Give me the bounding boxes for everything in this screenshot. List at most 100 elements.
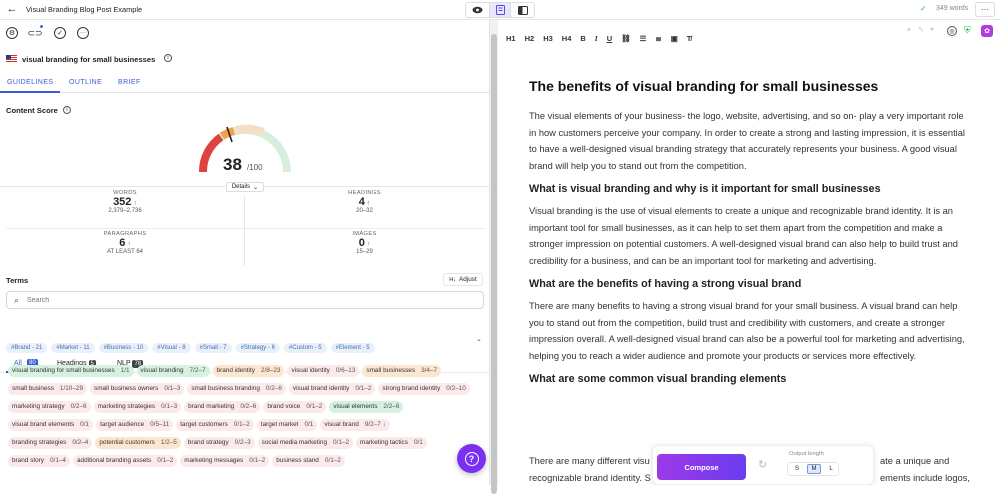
term-pill[interactable]: marketing messages 0/1–2 <box>180 455 270 467</box>
scrollbar-thumb[interactable] <box>491 34 497 494</box>
topic-chip[interactable]: #Business - 10 <box>98 343 149 353</box>
preview-eye-icon[interactable] <box>466 3 489 17</box>
term-pill[interactable]: small businesses 3/4–7 <box>362 365 442 377</box>
terms-search-input[interactable]: ⌕ <box>6 291 484 309</box>
topic-chip[interactable]: #Small - 7 <box>194 343 232 353</box>
word-count: 349 words <box>936 5 969 12</box>
term-pill[interactable]: brand story 0/1–4 <box>8 455 70 467</box>
term-pill[interactable]: visual brand 9/2–7 ↓ <box>320 419 390 431</box>
topic-chip[interactable]: #Market - 11 <box>51 343 95 353</box>
back-arrow-icon[interactable]: ← <box>6 3 18 15</box>
compose-button[interactable]: Compose <box>657 454 746 480</box>
topic-chip[interactable]: #Custom - 5 <box>283 343 327 353</box>
document-body[interactable]: The benefits of visual branding for smal… <box>529 78 967 393</box>
search-field[interactable] <box>27 295 467 306</box>
term-pill[interactable]: marketing strategies 0/1–3 <box>93 401 182 413</box>
clear-format-icon[interactable]: T̸ <box>687 34 692 43</box>
paragraph[interactable]: The visual elements of your business- th… <box>529 108 967 174</box>
term-pill[interactable]: visual branding for small businesses 1/1 <box>8 365 134 377</box>
heading2-button[interactable]: H2 <box>525 34 535 43</box>
term-pill[interactable]: brand strategy 0/2–3 <box>183 437 255 449</box>
magic-wand-icon[interactable]: ✦ <box>906 26 912 34</box>
split-view-icon[interactable] <box>511 3 534 17</box>
paragraph-fragment[interactable]: There are many different visu <box>529 456 650 466</box>
term-pill[interactable]: marketing tactics 0/1 <box>356 437 427 449</box>
tab-guidelines[interactable]: GUIDELINES <box>7 79 53 86</box>
section-heading[interactable]: What are some common visual branding ele… <box>529 373 967 385</box>
dot-icon[interactable]: ● <box>930 26 934 33</box>
term-pill[interactable]: branding strategies 0/2–4 <box>8 437 93 449</box>
panel-scrollbar[interactable] <box>489 20 498 494</box>
bold-button[interactable]: B <box>580 34 585 43</box>
link-icon[interactable]: ⛓ <box>621 34 631 43</box>
term-pill[interactable]: brand voice 0/1–2 <box>263 401 327 413</box>
refresh-icon[interactable]: ↻ <box>758 458 767 471</box>
document-heading[interactable]: The benefits of visual branding for smal… <box>529 78 967 94</box>
topic-chip[interactable]: #Visual - 8 <box>152 343 191 353</box>
bullet-list-icon[interactable]: ☰ <box>640 34 647 43</box>
term-pill[interactable]: visual brand elements 0/1 <box>8 419 94 431</box>
globe-icon[interactable]: ◎ <box>947 26 957 36</box>
term-pill[interactable]: brand marketing 0/2–6 <box>184 401 261 413</box>
term-pill[interactable]: small business 1/10–29 <box>8 383 88 395</box>
tab-brief[interactable]: BRIEF <box>118 79 141 86</box>
term-pill[interactable]: business stand 0/1–2 <box>272 455 345 467</box>
term-pill[interactable]: brand identity 2/8–23 <box>212 365 285 377</box>
chevron-down-icon[interactable]: ⌄ <box>476 335 482 343</box>
settings-gear-icon[interactable]: ⚙ <box>6 27 18 39</box>
term-text: marketing messages <box>184 457 244 464</box>
more-menu-button[interactable]: ··· <box>975 2 995 17</box>
term-count: 0/1–2 <box>249 457 266 464</box>
heading4-button[interactable]: H4 <box>562 34 572 43</box>
editor-mode-icon[interactable] <box>488 3 512 17</box>
term-pill[interactable]: target market 0/1 <box>256 419 318 431</box>
term-pill[interactable]: social media marketing 0/1–2 <box>257 437 353 449</box>
surfer-logo-icon[interactable]: ✿ <box>981 25 993 37</box>
paragraph-fragment[interactable]: ements include logos, <box>880 473 970 483</box>
term-pill[interactable]: visual brand identity 0/1–2 <box>288 383 376 395</box>
term-pill[interactable]: potential customers 1/2–5 <box>95 437 181 449</box>
term-pill[interactable]: visual elements 2/2–6 <box>329 401 404 413</box>
size-m-option[interactable]: M <box>807 464 821 474</box>
term-count: 1/1 <box>120 367 130 374</box>
question-icon: ? <box>464 451 479 466</box>
term-pill[interactable]: strong brand identity 0/2–10 <box>378 383 470 395</box>
term-pill[interactable]: additional branding assets 0/1–2 <box>72 455 178 467</box>
paragraph-fragment[interactable]: ate a unique and <box>880 456 949 466</box>
term-pill[interactable]: marketing strategy 0/2–6 <box>8 401 91 413</box>
topic-chip[interactable]: #Brand - 21 <box>6 343 48 353</box>
score-max: /100 <box>247 163 263 172</box>
term-count: 0/1–3 <box>161 403 178 410</box>
heading1-button[interactable]: H1 <box>506 34 516 43</box>
heading3-button[interactable]: H3 <box>543 34 553 43</box>
pen-icon[interactable]: ✎ <box>918 26 924 34</box>
paragraph[interactable]: Visual branding is the use of visual ele… <box>529 203 967 269</box>
paragraph[interactable]: There are many benefits to having a stro… <box>529 298 967 364</box>
section-heading[interactable]: What are the benefits of having a strong… <box>529 278 967 290</box>
term-pill[interactable]: target audience 0/5–11 <box>96 419 174 431</box>
shield-icon[interactable]: ⛨ <box>964 25 971 36</box>
term-pill[interactable]: visual branding 7/2–7 <box>136 365 210 377</box>
section-heading[interactable]: What is visual branding and why is it im… <box>529 183 967 195</box>
numbered-list-icon[interactable]: ≣ <box>655 34 661 43</box>
term-pill[interactable]: small business branding 0/2–6 <box>187 383 286 395</box>
help-button[interactable]: ? <box>457 444 486 473</box>
underline-button[interactable]: U <box>607 34 612 43</box>
topic-chip[interactable]: #Strategy - 6 <box>235 343 280 353</box>
term-pill[interactable]: small business owners 0/1–3 <box>90 383 185 395</box>
topic-chip[interactable]: #Element - 5 <box>330 343 375 353</box>
size-s-option[interactable]: S <box>790 464 804 474</box>
check-circle-icon[interactable]: ✓ <box>54 27 66 39</box>
size-l-option[interactable]: L <box>824 464 838 474</box>
link-icon[interactable]: ⊂⊃ <box>27 27 42 39</box>
paragraph-fragment[interactable]: recognizable brand identity. S <box>529 473 651 483</box>
term-pill[interactable]: target customers 0/1–2 <box>176 419 254 431</box>
image-icon[interactable]: ▣ <box>671 34 678 43</box>
more-options-icon[interactable]: ··· <box>77 27 89 39</box>
info-icon[interactable]: i <box>164 54 172 62</box>
adjust-button[interactable]: H↓ Adjust <box>443 273 483 286</box>
tab-outline[interactable]: OUTLINE <box>69 79 102 86</box>
italic-button[interactable]: I <box>595 34 598 43</box>
info-icon[interactable]: i <box>63 106 71 114</box>
term-pill[interactable]: visual identity 0/6–13 <box>287 365 360 377</box>
